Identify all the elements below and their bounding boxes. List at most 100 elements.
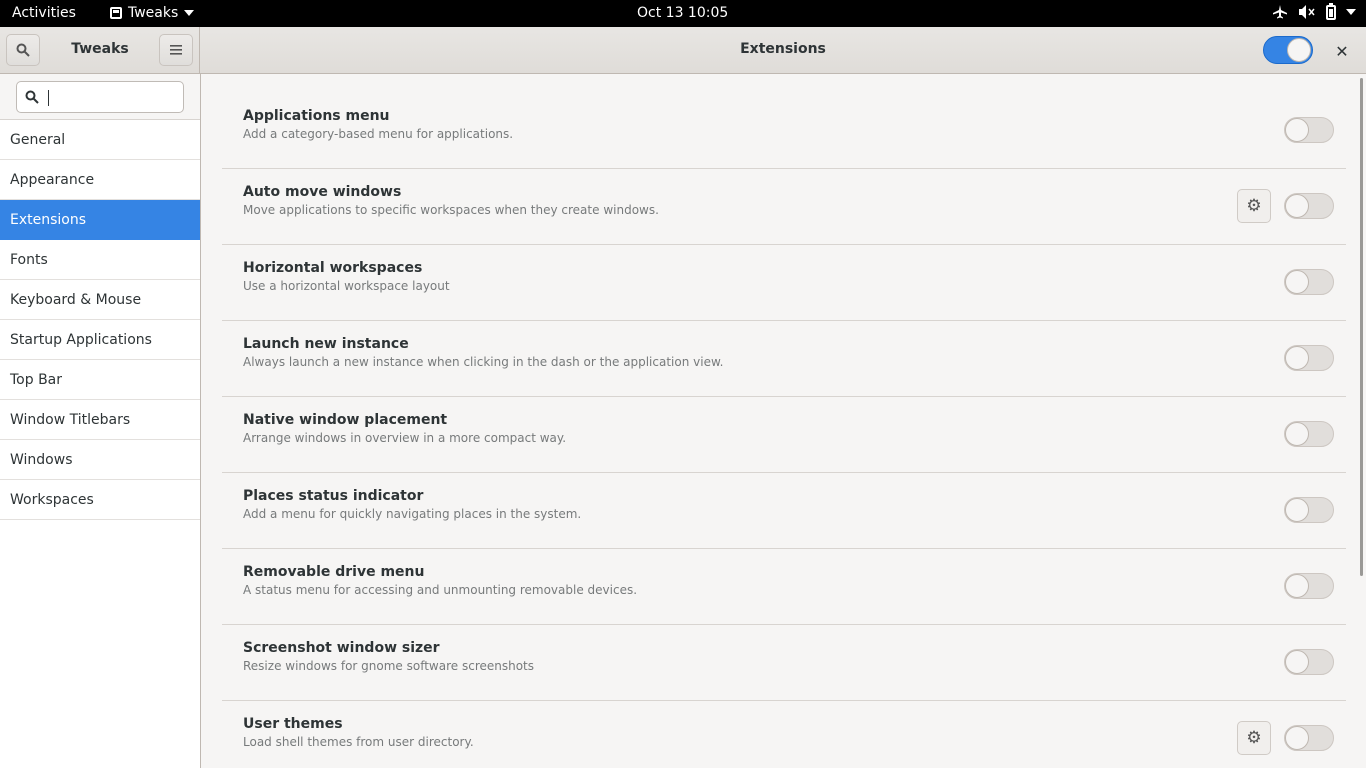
extension-toggle[interactable] bbox=[1284, 421, 1334, 447]
scrollbar[interactable] bbox=[1360, 78, 1363, 576]
extension-toggle[interactable] bbox=[1284, 649, 1334, 675]
page-title: Extensions bbox=[740, 41, 826, 57]
extension-toggle[interactable] bbox=[1284, 117, 1334, 143]
app-menu[interactable]: Tweaks bbox=[110, 5, 195, 21]
volume-muted-icon bbox=[1299, 5, 1315, 19]
gear-icon: ⚙ bbox=[1246, 728, 1262, 748]
list-item: Native window placement Arrange windows i… bbox=[222, 397, 1346, 473]
extension-toggle[interactable] bbox=[1284, 573, 1334, 599]
sidebar-item-label: General bbox=[10, 131, 66, 148]
extension-toggle[interactable] bbox=[1284, 345, 1334, 371]
close-button[interactable]: ✕ bbox=[1330, 39, 1354, 63]
sidebar-item-label: Startup Applications bbox=[10, 331, 152, 348]
switch-knob bbox=[1285, 574, 1309, 598]
extensions-list: Applications menu Add a category-based me… bbox=[222, 93, 1346, 768]
sidebar-item-appearance[interactable]: Appearance bbox=[0, 160, 200, 200]
extension-description: Always launch a new instance when clicki… bbox=[243, 355, 724, 369]
extension-description: Arrange windows in overview in a more co… bbox=[243, 431, 567, 445]
switch-knob bbox=[1285, 194, 1309, 218]
switch-knob bbox=[1285, 726, 1309, 750]
extension-description: A status menu for accessing and unmounti… bbox=[243, 583, 638, 597]
app-menu-label: Tweaks bbox=[128, 5, 179, 21]
text-cursor bbox=[48, 90, 49, 106]
extension-name: Screenshot window sizer bbox=[243, 640, 440, 656]
chevron-down-icon bbox=[184, 10, 195, 16]
gnome-top-bar: Activities Tweaks Oct 13 10:05 bbox=[0, 0, 1366, 27]
sidebar-header: Tweaks bbox=[0, 27, 200, 74]
sidebar-search-bar bbox=[0, 74, 200, 120]
gear-icon: ⚙ bbox=[1246, 196, 1262, 216]
sidebar-item-label: Workspaces bbox=[10, 491, 94, 508]
list-item: User themes Load shell themes from user d… bbox=[222, 701, 1346, 768]
sidebar-item-startup-applications[interactable]: Startup Applications bbox=[0, 320, 200, 360]
extensions-master-switch[interactable] bbox=[1263, 36, 1313, 64]
extension-name: User themes bbox=[243, 716, 343, 732]
extension-toggle[interactable] bbox=[1284, 725, 1334, 751]
extensions-panel: Applications menu Add a category-based me… bbox=[201, 74, 1366, 768]
search-field[interactable] bbox=[16, 81, 184, 113]
extension-description: Resize windows for gnome software screen… bbox=[243, 659, 535, 673]
extension-name: Native window placement bbox=[243, 412, 448, 428]
extension-name: Removable drive menu bbox=[243, 564, 425, 580]
extension-description: Use a horizontal workspace layout bbox=[243, 279, 450, 293]
tweaks-app-icon bbox=[110, 7, 122, 19]
list-item: Applications menu Add a category-based me… bbox=[222, 93, 1346, 169]
extension-name: Horizontal workspaces bbox=[243, 260, 423, 276]
sidebar-item-label: Top Bar bbox=[10, 371, 63, 388]
sidebar-item-keyboard-mouse[interactable]: Keyboard & Mouse bbox=[0, 280, 200, 320]
sidebar-item-workspaces[interactable]: Workspaces bbox=[0, 480, 200, 520]
extension-name: Places status indicator bbox=[243, 488, 424, 504]
list-item: Auto move windows Move applications to sp… bbox=[222, 169, 1346, 245]
hamburger-menu-icon bbox=[170, 45, 182, 55]
sidebar: General Appearance Extensions Fonts Keyboard… bbox=[0, 74, 201, 768]
header-bar: Tweaks Extensions ✕ bbox=[0, 27, 1366, 74]
sidebar-item-label: Keyboard & Mouse bbox=[10, 291, 142, 308]
extension-toggle[interactable] bbox=[1284, 193, 1334, 219]
list-item: Removable drive menu A status menu for ac… bbox=[222, 549, 1346, 625]
sidebar-item-extensions[interactable]: Extensions bbox=[0, 200, 200, 240]
sidebar-item-top-bar[interactable]: Top Bar bbox=[0, 360, 200, 400]
airplane-icon bbox=[1273, 5, 1287, 19]
switch-knob bbox=[1285, 118, 1309, 142]
list-item: Launch new instance Always launch a new i… bbox=[222, 321, 1346, 397]
sidebar-item-windows[interactable]: Windows bbox=[0, 440, 200, 480]
extension-settings-button[interactable]: ⚙ bbox=[1237, 189, 1271, 223]
extension-description: Move applications to specific workspaces… bbox=[243, 203, 659, 217]
system-tray[interactable] bbox=[1272, 3, 1356, 20]
extension-name: Auto move windows bbox=[243, 184, 402, 200]
switch-knob bbox=[1285, 498, 1309, 522]
extension-name: Applications menu bbox=[243, 108, 390, 124]
switch-knob bbox=[1285, 650, 1309, 674]
activities-button[interactable]: Activities bbox=[12, 5, 76, 21]
sidebar-item-general[interactable]: General bbox=[0, 120, 200, 160]
extension-description: Add a menu for quickly navigating places… bbox=[243, 507, 582, 521]
sidebar-item-label: Extensions bbox=[10, 211, 87, 228]
switch-knob bbox=[1285, 422, 1309, 446]
search-input[interactable] bbox=[47, 88, 177, 108]
extension-settings-button[interactable]: ⚙ bbox=[1237, 721, 1271, 755]
switch-knob bbox=[1287, 38, 1311, 62]
switch-knob bbox=[1285, 270, 1309, 294]
close-icon: ✕ bbox=[1335, 41, 1349, 61]
clock[interactable]: Oct 13 10:05 bbox=[637, 5, 728, 21]
switch-knob bbox=[1285, 346, 1309, 370]
search-icon bbox=[25, 90, 39, 104]
sidebar-item-label: Window Titlebars bbox=[10, 411, 131, 428]
list-item: Screenshot window sizer Resize windows fo… bbox=[222, 625, 1346, 701]
menu-button[interactable] bbox=[159, 34, 193, 66]
extension-name: Launch new instance bbox=[243, 336, 409, 352]
extension-toggle[interactable] bbox=[1284, 497, 1334, 523]
extension-description: Add a category-based menu for applicatio… bbox=[243, 127, 514, 141]
sidebar-item-fonts[interactable]: Fonts bbox=[0, 240, 200, 280]
battery-icon bbox=[1326, 3, 1336, 20]
sidebar-item-label: Fonts bbox=[10, 251, 48, 268]
list-item: Horizontal workspaces Use a horizontal wo… bbox=[222, 245, 1346, 321]
sidebar-item-label: Appearance bbox=[10, 171, 95, 188]
list-item: Places status indicator Add a menu for qu… bbox=[222, 473, 1346, 549]
extension-description: Load shell themes from user directory. bbox=[243, 735, 474, 749]
sidebar-item-window-titlebars[interactable]: Window Titlebars bbox=[0, 400, 200, 440]
sidebar-list: General Appearance Extensions Fonts Keyboard… bbox=[0, 120, 200, 520]
system-menu-icon bbox=[1346, 9, 1356, 15]
extension-toggle[interactable] bbox=[1284, 269, 1334, 295]
sidebar-item-label: Windows bbox=[10, 451, 73, 468]
